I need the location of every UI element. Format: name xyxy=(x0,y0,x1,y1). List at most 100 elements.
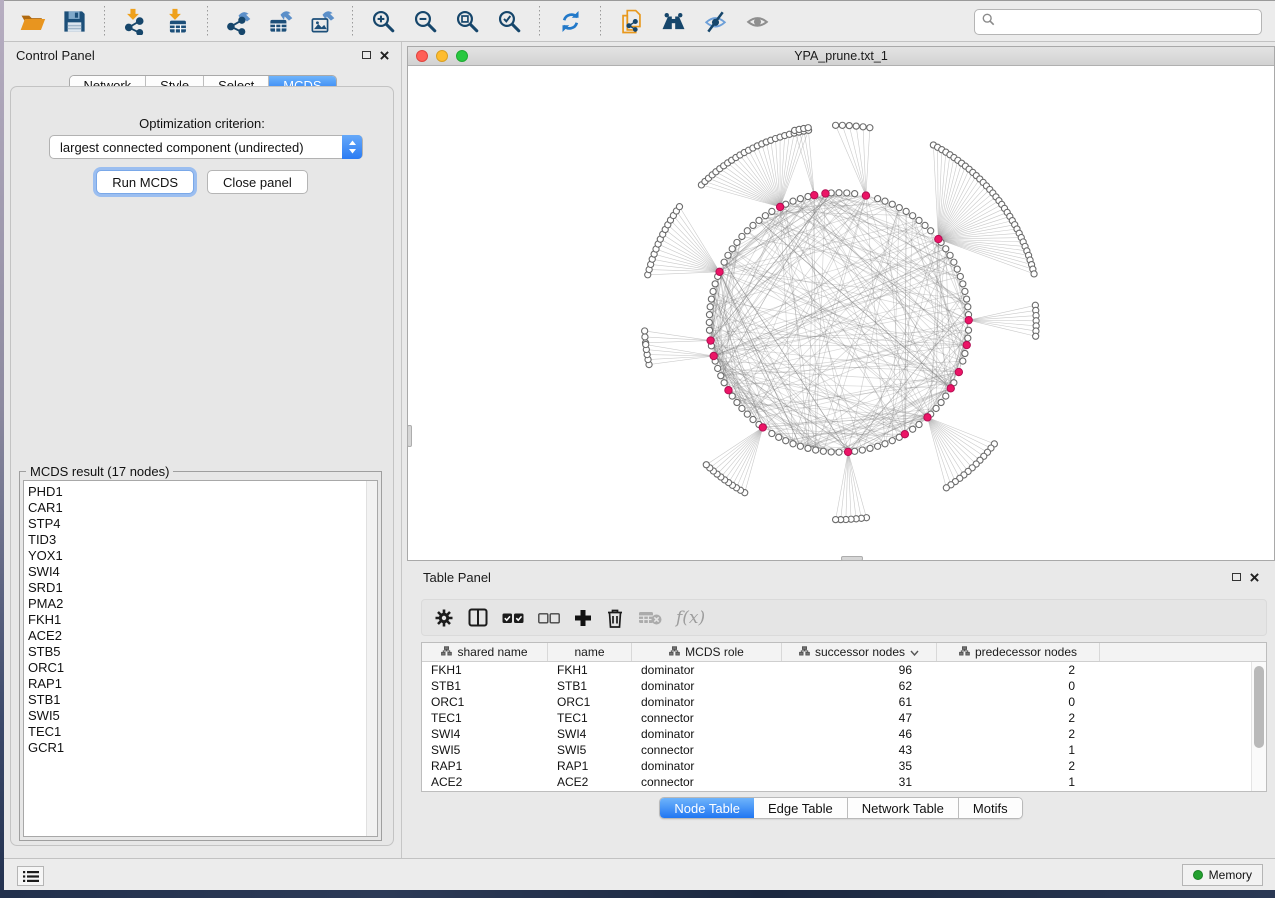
table-row[interactable]: RAP1RAP1dominator352 xyxy=(422,758,1251,774)
cell-predecessor-nodes[interactable]: 2 xyxy=(937,758,1100,774)
table-row[interactable]: SWI5SWI5connector431 xyxy=(422,742,1251,758)
mcds-result-item[interactable]: FKH1 xyxy=(28,612,363,628)
delete-table-icon[interactable] xyxy=(638,606,662,630)
cell-shared-name[interactable]: STB1 xyxy=(422,678,548,694)
memory-button[interactable]: Memory xyxy=(1182,864,1263,886)
cell-mcds-role[interactable]: dominator xyxy=(632,694,782,710)
open-file-icon[interactable] xyxy=(14,4,50,38)
cell-predecessor-nodes[interactable]: 0 xyxy=(937,678,1100,694)
cell-predecessor-nodes[interactable]: 0 xyxy=(937,694,1100,710)
mcds-result-item[interactable]: TEC1 xyxy=(28,724,363,740)
cell-mcds-role[interactable]: connector xyxy=(632,774,782,790)
zoom-fit-icon[interactable] xyxy=(449,4,485,38)
cell-name[interactable]: SWI5 xyxy=(548,742,632,758)
table-row[interactable]: FKH1FKH1dominator962 xyxy=(422,662,1251,678)
cell-predecessor-nodes[interactable]: 1 xyxy=(937,790,1100,791)
tab-node-table[interactable]: Node Table xyxy=(660,798,754,818)
cell-name[interactable]: STB1 xyxy=(548,678,632,694)
close-table-panel-icon[interactable] xyxy=(1250,573,1259,582)
cell-mcds-role[interactable]: connector xyxy=(632,710,782,726)
cell-successor-nodes[interactable]: 35 xyxy=(782,758,937,774)
cell-mcds-role[interactable]: connector xyxy=(632,742,782,758)
cell-predecessor-nodes[interactable]: 1 xyxy=(937,774,1100,790)
network-canvas[interactable] xyxy=(408,67,1274,560)
mcds-result-item[interactable]: ORC1 xyxy=(28,660,363,676)
network-from-selection-icon[interactable] xyxy=(613,4,649,38)
cell-successor-nodes[interactable]: 31 xyxy=(782,774,937,790)
search-network-icon[interactable] xyxy=(655,4,691,38)
cell-name[interactable]: ORC1 xyxy=(548,694,632,710)
show-columns-icon[interactable] xyxy=(468,606,488,630)
cell-shared-name[interactable]: TEC1 xyxy=(422,710,548,726)
cell-successor-nodes[interactable]: 29 xyxy=(782,790,937,791)
cell-mcds-role[interactable]: dominator xyxy=(632,678,782,694)
export-network-icon[interactable] xyxy=(220,4,256,38)
cell-mcds-role[interactable]: dominator xyxy=(632,758,782,774)
add-column-icon[interactable] xyxy=(574,606,592,630)
mcds-result-item[interactable]: SWI4 xyxy=(28,564,363,580)
mcds-result-item[interactable]: PHD1 xyxy=(28,484,363,500)
cell-mcds-role[interactable]: connector xyxy=(632,790,782,791)
column-header-successor-nodes[interactable]: successor nodes xyxy=(782,643,937,661)
cell-predecessor-nodes[interactable]: 1 xyxy=(937,742,1100,758)
search-input[interactable] xyxy=(1000,15,1254,30)
cell-name[interactable]: RAP1 xyxy=(548,758,632,774)
mcds-result-item[interactable]: STB1 xyxy=(28,692,363,708)
tab-edge-table[interactable]: Edge Table xyxy=(754,798,848,818)
import-network-icon[interactable] xyxy=(117,4,153,38)
close-panel-button[interactable]: Close panel xyxy=(207,170,308,194)
column-header-mcds-role[interactable]: MCDS role xyxy=(632,643,782,661)
import-table-icon[interactable] xyxy=(159,4,195,38)
mcds-result-item[interactable]: SWI5 xyxy=(28,708,363,724)
delete-column-icon[interactable] xyxy=(606,606,624,630)
cell-shared-name[interactable]: RAP1 xyxy=(422,758,548,774)
mcds-result-item[interactable]: YOX1 xyxy=(28,548,363,564)
mcds-result-item[interactable]: TID3 xyxy=(28,532,363,548)
export-image-icon[interactable] xyxy=(304,4,340,38)
table-scrollbar-thumb[interactable] xyxy=(1254,666,1264,748)
zoom-selected-icon[interactable] xyxy=(491,4,527,38)
cell-mcds-role[interactable]: dominator xyxy=(632,726,782,742)
table-row[interactable]: TEC1TEC1connector472 xyxy=(422,710,1251,726)
column-header-name[interactable]: name xyxy=(548,643,632,661)
cell-successor-nodes[interactable]: 46 xyxy=(782,726,937,742)
table-row[interactable]: YOX1YOX1connector291 xyxy=(422,790,1251,791)
cell-successor-nodes[interactable]: 47 xyxy=(782,710,937,726)
optimization-criterion-select[interactable]: largest connected component (undirected) xyxy=(49,135,363,159)
column-header-predecessor-nodes[interactable]: predecessor nodes xyxy=(937,643,1100,661)
cell-name[interactable]: TEC1 xyxy=(548,710,632,726)
tab-network-table[interactable]: Network Table xyxy=(848,798,959,818)
cell-shared-name[interactable]: FKH1 xyxy=(422,662,548,678)
cell-name[interactable]: FKH1 xyxy=(548,662,632,678)
mcds-result-item[interactable]: STP4 xyxy=(28,516,363,532)
function-builder-icon[interactable]: f(x) xyxy=(676,606,705,630)
cell-shared-name[interactable]: SWI5 xyxy=(422,742,548,758)
cell-successor-nodes[interactable]: 62 xyxy=(782,678,937,694)
cell-predecessor-nodes[interactable]: 2 xyxy=(937,726,1100,742)
mcds-result-item[interactable]: SRD1 xyxy=(28,580,363,596)
run-mcds-button[interactable]: Run MCDS xyxy=(96,170,194,194)
deselect-all-icon[interactable] xyxy=(538,606,560,630)
float-panel-icon[interactable] xyxy=(362,51,371,59)
hide-selected-icon[interactable] xyxy=(697,4,733,38)
cell-shared-name[interactable]: ACE2 xyxy=(422,774,548,790)
cell-name[interactable]: ACE2 xyxy=(548,774,632,790)
close-panel-icon[interactable] xyxy=(380,51,389,60)
cell-successor-nodes[interactable]: 43 xyxy=(782,742,937,758)
column-header-shared-name[interactable]: shared name xyxy=(422,643,548,661)
mcds-result-item[interactable]: STB5 xyxy=(28,644,363,660)
tab-motifs[interactable]: Motifs xyxy=(959,798,1022,818)
mcds-result-item[interactable]: GCR1 xyxy=(28,740,363,756)
zoom-in-icon[interactable] xyxy=(365,4,401,38)
cell-name[interactable]: SWI4 xyxy=(548,726,632,742)
panel-gripper-left[interactable] xyxy=(407,425,412,447)
cell-mcds-role[interactable]: dominator xyxy=(632,662,782,678)
mcds-result-item[interactable]: CAR1 xyxy=(28,500,363,516)
cell-shared-name[interactable]: YOX1 xyxy=(422,790,548,791)
table-row[interactable]: ACE2ACE2connector311 xyxy=(422,774,1251,790)
table-row[interactable]: ORC1ORC1dominator610 xyxy=(422,694,1251,710)
cell-successor-nodes[interactable]: 61 xyxy=(782,694,937,710)
cell-shared-name[interactable]: ORC1 xyxy=(422,694,548,710)
mcds-result-item[interactable]: PMA2 xyxy=(28,596,363,612)
float-table-panel-icon[interactable] xyxy=(1232,573,1241,581)
